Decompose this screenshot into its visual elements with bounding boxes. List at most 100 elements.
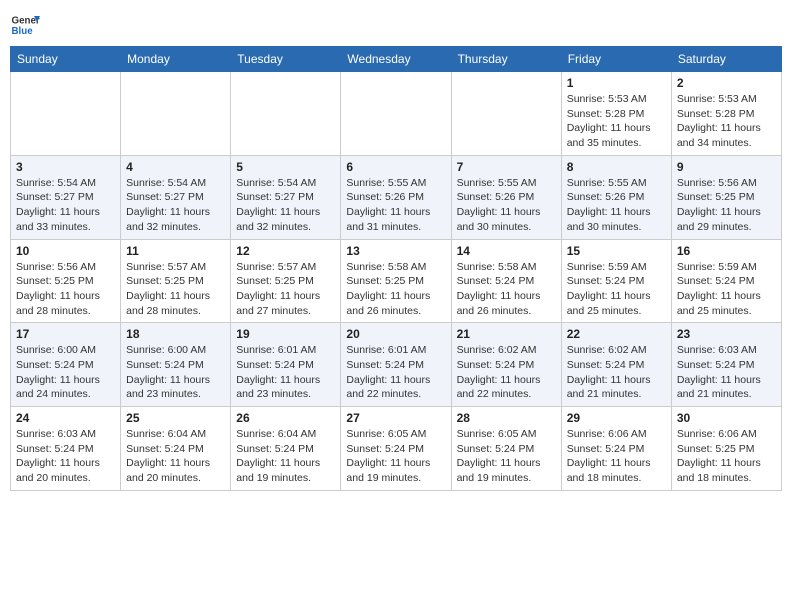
day-info: Sunrise: 5:57 AM Sunset: 5:25 PM Dayligh… <box>126 260 225 319</box>
weekday-header: Thursday <box>451 47 561 72</box>
day-number: 23 <box>677 327 776 341</box>
calendar-cell: 4 Sunrise: 5:54 AM Sunset: 5:27 PM Daylig… <box>121 155 231 239</box>
day-number: 12 <box>236 244 335 258</box>
calendar-cell: 25 Sunrise: 6:04 AM Sunset: 5:24 PM Dayli… <box>121 407 231 491</box>
day-number: 26 <box>236 411 335 425</box>
weekday-header: Saturday <box>671 47 781 72</box>
day-info: Sunrise: 6:01 AM Sunset: 5:24 PM Dayligh… <box>236 343 335 402</box>
calendar-cell: 30 Sunrise: 6:06 AM Sunset: 5:25 PM Dayli… <box>671 407 781 491</box>
calendar-cell: 20Sunrise: 6:01 AM Sunset: 5:24 PM Dayli… <box>341 323 451 407</box>
day-number: 1 <box>567 76 666 90</box>
day-info: Sunrise: 5:53 AM Sunset: 5:28 PM Dayligh… <box>677 92 776 151</box>
calendar-cell: 17 Sunrise: 6:00 AM Sunset: 5:24 PM Dayli… <box>11 323 121 407</box>
calendar-cell: 21Sunrise: 6:02 AM Sunset: 5:24 PM Dayli… <box>451 323 561 407</box>
day-info: Sunrise: 6:03 AM Sunset: 5:24 PM Dayligh… <box>16 427 115 486</box>
day-info: Sunrise: 6:06 AM Sunset: 5:24 PM Dayligh… <box>567 427 666 486</box>
day-info: Sunrise: 5:54 AM Sunset: 5:27 PM Dayligh… <box>16 176 115 235</box>
day-info: Sunrise: 6:05 AM Sunset: 5:24 PM Dayligh… <box>457 427 556 486</box>
day-info: Sunrise: 6:00 AM Sunset: 5:24 PM Dayligh… <box>126 343 225 402</box>
day-info: Sunrise: 5:59 AM Sunset: 5:24 PM Dayligh… <box>567 260 666 319</box>
day-number: 28 <box>457 411 556 425</box>
day-info: Sunrise: 5:58 AM Sunset: 5:25 PM Dayligh… <box>346 260 445 319</box>
day-info: Sunrise: 6:02 AM Sunset: 5:24 PM Dayligh… <box>567 343 666 402</box>
calendar-cell: 5Sunrise: 5:54 AM Sunset: 5:27 PM Daylig… <box>231 155 341 239</box>
calendar-cell: 16 Sunrise: 5:59 AM Sunset: 5:24 PM Dayli… <box>671 239 781 323</box>
calendar-cell: 15 Sunrise: 5:59 AM Sunset: 5:24 PM Dayli… <box>561 239 671 323</box>
day-info: Sunrise: 5:53 AM Sunset: 5:28 PM Dayligh… <box>567 92 666 151</box>
day-number: 15 <box>567 244 666 258</box>
calendar-cell <box>451 72 561 156</box>
calendar-cell: 14 Sunrise: 5:58 AM Sunset: 5:24 PM Dayli… <box>451 239 561 323</box>
day-number: 11 <box>126 244 225 258</box>
day-info: Sunrise: 5:56 AM Sunset: 5:25 PM Dayligh… <box>16 260 115 319</box>
calendar-cell: 13 Sunrise: 5:58 AM Sunset: 5:25 PM Dayli… <box>341 239 451 323</box>
calendar-cell: 18 Sunrise: 6:00 AM Sunset: 5:24 PM Dayli… <box>121 323 231 407</box>
calendar-week: 17 Sunrise: 6:00 AM Sunset: 5:24 PM Dayli… <box>11 323 782 407</box>
calendar-week: 10 Sunrise: 5:56 AM Sunset: 5:25 PM Dayli… <box>11 239 782 323</box>
day-number: 9 <box>677 160 776 174</box>
calendar-week: 3 Sunrise: 5:54 AM Sunset: 5:27 PM Daylig… <box>11 155 782 239</box>
calendar-cell: 26 Sunrise: 6:04 AM Sunset: 5:24 PM Dayli… <box>231 407 341 491</box>
day-info: Sunrise: 6:04 AM Sunset: 5:24 PM Dayligh… <box>236 427 335 486</box>
day-info: Sunrise: 6:06 AM Sunset: 5:25 PM Dayligh… <box>677 427 776 486</box>
weekday-header: Friday <box>561 47 671 72</box>
calendar-cell <box>231 72 341 156</box>
day-info: Sunrise: 5:54 AM Sunset: 5:27 PM Dayligh… <box>236 176 335 235</box>
day-number: 14 <box>457 244 556 258</box>
day-info: Sunrise: 6:03 AM Sunset: 5:24 PM Dayligh… <box>677 343 776 402</box>
day-number: 22 <box>567 327 666 341</box>
calendar-cell: 22 Sunrise: 6:02 AM Sunset: 5:24 PM Dayli… <box>561 323 671 407</box>
day-number: 4 <box>126 160 225 174</box>
day-info: Sunrise: 5:55 AM Sunset: 5:26 PM Dayligh… <box>457 176 556 235</box>
weekday-header: Wednesday <box>341 47 451 72</box>
calendar-cell <box>121 72 231 156</box>
day-number: 16 <box>677 244 776 258</box>
day-number: 24 <box>16 411 115 425</box>
day-info: Sunrise: 5:59 AM Sunset: 5:24 PM Dayligh… <box>677 260 776 319</box>
day-info: Sunrise: 5:57 AM Sunset: 5:25 PM Dayligh… <box>236 260 335 319</box>
day-number: 27 <box>346 411 445 425</box>
day-info: Sunrise: 6:00 AM Sunset: 5:24 PM Dayligh… <box>16 343 115 402</box>
weekday-header: Tuesday <box>231 47 341 72</box>
calendar-week: 24 Sunrise: 6:03 AM Sunset: 5:24 PM Dayli… <box>11 407 782 491</box>
calendar-cell: 6Sunrise: 5:55 AM Sunset: 5:26 PM Daylig… <box>341 155 451 239</box>
calendar-cell: 9 Sunrise: 5:56 AM Sunset: 5:25 PM Daylig… <box>671 155 781 239</box>
weekday-header: Sunday <box>11 47 121 72</box>
day-number: 19 <box>236 327 335 341</box>
day-number: 18 <box>126 327 225 341</box>
day-info: Sunrise: 6:02 AM Sunset: 5:24 PM Dayligh… <box>457 343 556 402</box>
weekday-header: Monday <box>121 47 231 72</box>
calendar-cell: 1 Sunrise: 5:53 AM Sunset: 5:28 PM Daylig… <box>561 72 671 156</box>
calendar-cell: 24 Sunrise: 6:03 AM Sunset: 5:24 PM Dayli… <box>11 407 121 491</box>
day-info: Sunrise: 5:55 AM Sunset: 5:26 PM Dayligh… <box>567 176 666 235</box>
calendar-cell: 28 Sunrise: 6:05 AM Sunset: 5:24 PM Dayli… <box>451 407 561 491</box>
calendar-cell <box>341 72 451 156</box>
day-info: Sunrise: 6:05 AM Sunset: 5:24 PM Dayligh… <box>346 427 445 486</box>
svg-text:Blue: Blue <box>12 26 34 37</box>
calendar-cell: 29 Sunrise: 6:06 AM Sunset: 5:24 PM Dayli… <box>561 407 671 491</box>
day-info: Sunrise: 5:54 AM Sunset: 5:27 PM Dayligh… <box>126 176 225 235</box>
calendar-cell: 23 Sunrise: 6:03 AM Sunset: 5:24 PM Dayli… <box>671 323 781 407</box>
day-number: 13 <box>346 244 445 258</box>
day-info: Sunrise: 6:04 AM Sunset: 5:24 PM Dayligh… <box>126 427 225 486</box>
calendar-cell <box>11 72 121 156</box>
calendar-cell: 8 Sunrise: 5:55 AM Sunset: 5:26 PM Daylig… <box>561 155 671 239</box>
calendar-week: 1 Sunrise: 5:53 AM Sunset: 5:28 PM Daylig… <box>11 72 782 156</box>
day-number: 29 <box>567 411 666 425</box>
day-number: 7 <box>457 160 556 174</box>
day-number: 8 <box>567 160 666 174</box>
calendar-cell: 7 Sunrise: 5:55 AM Sunset: 5:26 PM Daylig… <box>451 155 561 239</box>
day-number: 10 <box>16 244 115 258</box>
day-info: Sunrise: 5:55 AM Sunset: 5:26 PM Dayligh… <box>346 176 445 235</box>
logo-icon: General Blue <box>10 10 40 40</box>
day-info: Sunrise: 5:56 AM Sunset: 5:25 PM Dayligh… <box>677 176 776 235</box>
calendar-cell: 10 Sunrise: 5:56 AM Sunset: 5:25 PM Dayli… <box>11 239 121 323</box>
day-number: 30 <box>677 411 776 425</box>
day-info: Sunrise: 5:58 AM Sunset: 5:24 PM Dayligh… <box>457 260 556 319</box>
day-number: 17 <box>16 327 115 341</box>
calendar-cell: 11 Sunrise: 5:57 AM Sunset: 5:25 PM Dayli… <box>121 239 231 323</box>
day-number: 25 <box>126 411 225 425</box>
day-number: 3 <box>16 160 115 174</box>
calendar-cell: 19 Sunrise: 6:01 AM Sunset: 5:24 PM Dayli… <box>231 323 341 407</box>
calendar-table: SundayMondayTuesdayWednesdayThursdayFrid… <box>10 46 782 491</box>
